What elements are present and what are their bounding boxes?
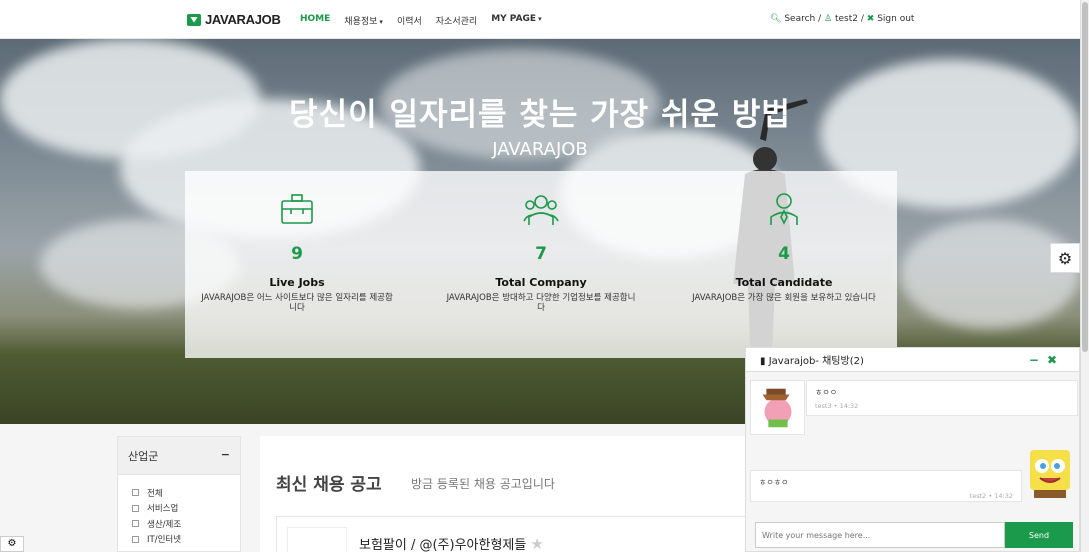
chat-widget: ▮ Javarajob- 채팅방(2) −✖ ㅎㅇㅇ test3 • 14:32… (745, 347, 1080, 552)
stat-live-jobs: 9 Live Jobs JAVARAJOB은 어느 사이트보다 많은 일자리를 … (197, 191, 397, 313)
filter-option[interactable]: IT/인터넷 (118, 532, 240, 548)
stat-number: 4 (778, 244, 790, 264)
message-bubble: ㅎㅇㅎㅇ test2 • 14:32 (750, 470, 1022, 502)
stat-label: Live Jobs (269, 276, 325, 289)
filter-option[interactable]: 전체 (118, 485, 240, 501)
chat-header[interactable]: ▮ Javarajob- 채팅방(2) −✖ (746, 348, 1079, 372)
main-menu: HOME 채용정보 ▾ 이력서 자소서관리 MY PAGE ▾ (300, 14, 556, 27)
candidate-icon (770, 193, 798, 225)
stat-label: Total Candidate (735, 276, 833, 289)
briefcase-icon (281, 194, 313, 224)
section-title: 최신 채용 공고 (276, 475, 382, 495)
nav-jobs[interactable]: 채용정보 ▾ (344, 14, 383, 27)
message-meta: test3 • 14:32 (815, 402, 859, 410)
logo[interactable]: JAVARAJOB (187, 12, 281, 27)
nav-cover-letter[interactable]: 자소서관리 (436, 14, 477, 27)
chat-message: ㅎㅇㅇ test3 • 14:32 (750, 380, 1080, 435)
avatar (1022, 446, 1078, 502)
comment-icon: ▮ (760, 356, 766, 367)
user-nav: 🔍︎ Search / ♙ test2 / ✖ Sign out (770, 14, 915, 24)
checkbox[interactable] (132, 489, 139, 497)
job-card[interactable]: 보험팔이 / @(주)우아한형제들 ★ (276, 516, 756, 552)
nav-home[interactable]: HOME (300, 14, 330, 27)
nav-resume[interactable]: 이력서 (397, 14, 422, 27)
gear-icon[interactable]: ⚙ (0, 536, 24, 552)
user-link[interactable]: ♙ test2 (824, 14, 858, 24)
settings-button[interactable]: ⚙ (1050, 243, 1080, 273)
top-navbar: JAVARAJOB HOME 채용정보 ▾ 이력서 자소서관리 MY PAGE ▾ … (0, 0, 1080, 39)
filter-option[interactable]: 서비스업 (118, 501, 240, 517)
chat-title: Javarajob- 채팅방(2) (768, 356, 864, 367)
send-button[interactable]: Send (1005, 522, 1073, 548)
section-subtitle: 방금 등록된 채용 공고입니다 (411, 477, 555, 491)
message-meta: test2 • 14:32 (969, 492, 1013, 500)
search-icon: 🔍︎ (770, 14, 782, 24)
message-text: ㅎㅇㅇ (815, 388, 838, 397)
chat-message: ㅎㅇㅎㅇ test2 • 14:32 (750, 446, 1080, 502)
company-icon (523, 195, 559, 225)
checkbox[interactable] (132, 520, 139, 528)
scrollbar-thumb[interactable] (1082, 2, 1088, 352)
stat-label: Total Company (495, 276, 587, 289)
scrollbar[interactable] (1080, 0, 1089, 552)
gear-icon: ⚙ (1057, 248, 1073, 268)
recent-jobs-section: 최신 채용 공고 방금 등록된 채용 공고입니다 보험팔이 / @(주)우아한형… (260, 436, 760, 552)
star-icon[interactable]: ★ (530, 535, 543, 552)
chevron-down-icon: ▾ (379, 18, 383, 26)
hero-title: 당신이 일자리를 찾는 가장 쉬운 방법 (289, 97, 791, 133)
avatar (750, 380, 805, 435)
filter-header[interactable]: 산업군 − (118, 437, 240, 475)
message-bubble: ㅎㅇㅇ test3 • 14:32 (806, 380, 1078, 416)
stat-number: 7 (535, 244, 547, 264)
close-icon: ✖ (866, 14, 875, 24)
filter-option[interactable]: 생산/제조 (118, 516, 240, 532)
checkbox[interactable] (132, 535, 139, 543)
stat-desc: JAVARAJOB은 가장 많은 회원을 보유하고 있습니다 (692, 293, 876, 303)
message-text: ㅎㅇㅎㅇ (759, 478, 789, 487)
job-title[interactable]: 보험팔이 / @(주)우아한형제들 (359, 538, 526, 552)
stat-number: 9 (291, 244, 303, 264)
user-icon: ♙ (824, 14, 833, 24)
chat-input-row: Send (755, 522, 1073, 548)
filter-title: 산업군 (128, 450, 159, 463)
stat-desc: JAVARAJOB은 어느 사이트보다 많은 일자리를 제공합니다 (201, 293, 393, 313)
chevron-down-icon: ▾ (538, 15, 542, 23)
minimize-icon[interactable]: − (1029, 353, 1047, 367)
company-logo (287, 527, 347, 552)
industry-filter: 산업군 − 전체 서비스업 생산/제조 IT/인터넷 (117, 436, 241, 552)
nav-mypage[interactable]: MY PAGE ▾ (491, 14, 541, 27)
hero-subtitle: JAVARAJOB (492, 139, 588, 160)
checkbox[interactable] (132, 504, 139, 512)
chat-message-input[interactable] (755, 522, 1005, 548)
stat-total-candidate: 4 Total Candidate JAVARAJOB은 가장 많은 회원을 보… (684, 191, 884, 303)
stats-panel: 9 Live Jobs JAVARAJOB은 어느 사이트보다 많은 일자리를 … (185, 171, 897, 358)
close-icon[interactable]: ✖ (1047, 353, 1065, 367)
logo-icon (187, 13, 201, 26)
signout-link[interactable]: ✖ Sign out (867, 14, 915, 24)
search-link[interactable]: 🔍︎ Search (770, 14, 815, 24)
logo-text: JAVARAJOB (205, 12, 281, 27)
collapse-icon[interactable]: − (221, 448, 230, 463)
stat-total-company: 7 Total Company JAVARAJOB은 방대하고 다양한 기업정보… (441, 191, 641, 313)
stat-desc: JAVARAJOB은 방대하고 다양한 기업정보를 제공합니다 (446, 293, 636, 313)
